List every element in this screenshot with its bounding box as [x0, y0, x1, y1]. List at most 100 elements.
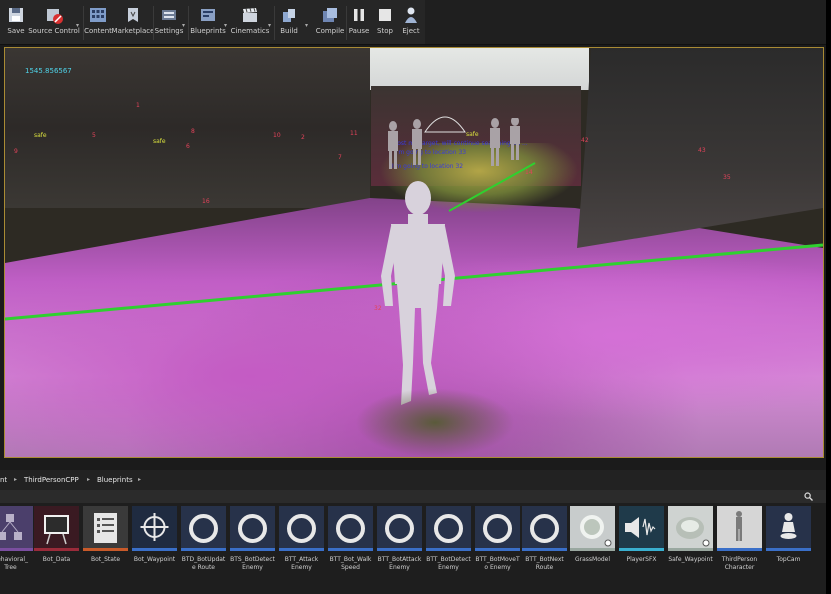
save-button[interactable]: Save [5, 2, 27, 42]
character-shadow [355, 388, 515, 457]
marketplace-button[interactable]: Marketplace [112, 2, 154, 42]
asset-tile[interactable]: BTD_BotUpdate Route [181, 506, 226, 572]
settings-icon [160, 6, 178, 24]
content-button[interactable]: Content [84, 2, 112, 42]
pause-button[interactable]: Pause [348, 2, 370, 42]
marketplace-icon [124, 6, 142, 24]
asset-tile[interactable]: BTT_BotMoveTo Enemy [475, 506, 520, 572]
content-browser-pathbar: nt ▸ ThirdPersonCPP ▸ Blueprints ▸ [0, 470, 826, 490]
compile-icon [321, 6, 339, 24]
cinematics-button[interactable]: Cinematics [231, 2, 269, 42]
ring-icon [377, 506, 422, 551]
asset-label: BTT_BotAttack Enemy [377, 556, 422, 571]
asset-tile[interactable]: BTT_BotNext Route [522, 506, 567, 572]
asset-label: BTT_Bot_Walk Speed [329, 556, 372, 571]
ring-icon [230, 506, 275, 551]
breadcrumb-item[interactable]: nt [0, 476, 7, 484]
breadcrumb-arrow-icon[interactable]: ▸ [138, 476, 141, 483]
asset-label: Bot_Data [42, 556, 71, 563]
safe-label: safe [34, 132, 47, 139]
asset-tile[interactable]: Bot_Data [34, 506, 79, 564]
asset-label: BTT_Attack Enemy [284, 556, 319, 571]
blueprints-dropdown-icon[interactable]: ▾ [224, 22, 227, 29]
ring-icon [475, 506, 520, 551]
settings-dropdown-icon[interactable]: ▾ [182, 22, 185, 29]
asset-tile[interactable]: GrassModel [570, 506, 615, 564]
waypoint-number: 6 [186, 143, 190, 150]
source-control-label: Source Control [28, 27, 80, 35]
source-control-dropdown-icon[interactable]: ▾ [76, 22, 79, 29]
asset-label: PlayerSFX [626, 556, 657, 563]
waypoint-number: 32 [374, 305, 382, 312]
compile-label: Compile [315, 27, 345, 35]
asset-tile[interactable]: Behavioral_ Tree [0, 506, 33, 572]
asset-label: Bot_Waypoint [133, 556, 176, 563]
stop-icon [376, 6, 394, 24]
asset-label: BTT_BotDetect Enemy [426, 556, 471, 571]
cinematics-dropdown-icon[interactable]: ▾ [268, 22, 271, 29]
static-mesh-icon [570, 506, 615, 551]
waypoint-number: 43 [698, 147, 706, 154]
eject-button[interactable]: Eject [400, 2, 422, 42]
asset-tile[interactable]: BTT_BotAttack Enemy [377, 506, 422, 572]
sound-wave-icon [619, 506, 664, 551]
asset-tile[interactable]: BTT_Attack Enemy [279, 506, 324, 572]
toolbar-divider [346, 6, 347, 40]
breadcrumb-item[interactable]: Blueprints [97, 476, 133, 484]
asset-label: BTT_BotMoveTo Enemy [475, 556, 520, 571]
eject-icon [402, 6, 420, 24]
asset-label: Bot_State [90, 556, 121, 563]
toolbar-empty-area [425, 0, 831, 44]
marketplace-label: Marketplace [111, 27, 155, 35]
stop-button[interactable]: Stop [374, 2, 396, 42]
pause-icon [350, 6, 368, 24]
asset-tile[interactable]: BTT_Bot_Walk Speed [328, 506, 373, 572]
cinematics-icon [241, 6, 259, 24]
asset-label: ThirdPerson Character [721, 556, 758, 571]
level-viewport[interactable]: 1545.856567 safe safe safe 1 5 6 8 9 10 … [4, 47, 824, 458]
source-control-icon [45, 6, 63, 24]
pawn-icon [766, 506, 811, 551]
content-browser-filter-row [0, 490, 826, 503]
asset-tile[interactable]: PlayerSFX [619, 506, 664, 564]
content-label: Content [84, 27, 112, 35]
main-toolbar: Save Source Control ▾ Content Marketplac… [0, 0, 831, 45]
safe-label: safe [153, 138, 166, 145]
save-icon [7, 6, 25, 24]
breadcrumb-arrow-icon[interactable]: ▸ [14, 476, 17, 483]
waypoint-number: 2 [301, 134, 305, 141]
stop-label: Stop [377, 27, 393, 35]
compile-button[interactable]: Compile [316, 2, 344, 42]
cinematics-label: Cinematics [230, 27, 270, 35]
ring-icon [328, 506, 373, 551]
waypoint-number: 11 [350, 130, 358, 137]
breadcrumb-arrow-icon[interactable]: ▸ [87, 476, 90, 483]
asset-tile[interactable]: ThirdPerson Character [717, 506, 762, 572]
eject-label: Eject [402, 27, 420, 35]
asset-tile[interactable]: Safe_Waypoint [668, 506, 713, 564]
settings-label: Settings [154, 27, 184, 35]
settings-button[interactable]: Settings [154, 2, 184, 42]
asset-tile[interactable]: Bot_Waypoint [132, 506, 177, 564]
content-icon [89, 6, 107, 24]
blueprints-button[interactable]: Blueprints [190, 2, 226, 42]
window-edge [826, 0, 831, 594]
toolbar-divider [188, 6, 189, 40]
static-mesh-icon [668, 506, 713, 551]
source-control-button[interactable]: Source Control [28, 2, 80, 42]
timer-readout: 1545.856567 [25, 67, 72, 75]
breadcrumb-item[interactable]: ThirdPersonCPP [24, 476, 79, 484]
waypoint-number: 7 [338, 154, 342, 161]
data-board-icon [34, 506, 79, 551]
asset-label: Safe_Waypoint [668, 556, 713, 563]
asset-tile[interactable]: Bot_State [83, 506, 128, 564]
asset-tile[interactable]: BTS_BotDetect Enemy [230, 506, 275, 572]
asset-tile[interactable]: TopCam [766, 506, 811, 564]
asset-label: Behavioral_ Tree [0, 556, 28, 571]
enemy-bots [388, 118, 520, 169]
build-button[interactable]: Build [278, 2, 300, 42]
search-icon[interactable] [804, 492, 813, 501]
asset-tile[interactable]: BTT_BotDetect Enemy [426, 506, 471, 572]
build-dropdown-icon[interactable]: ▾ [305, 22, 308, 29]
player-character[interactable] [373, 180, 463, 412]
